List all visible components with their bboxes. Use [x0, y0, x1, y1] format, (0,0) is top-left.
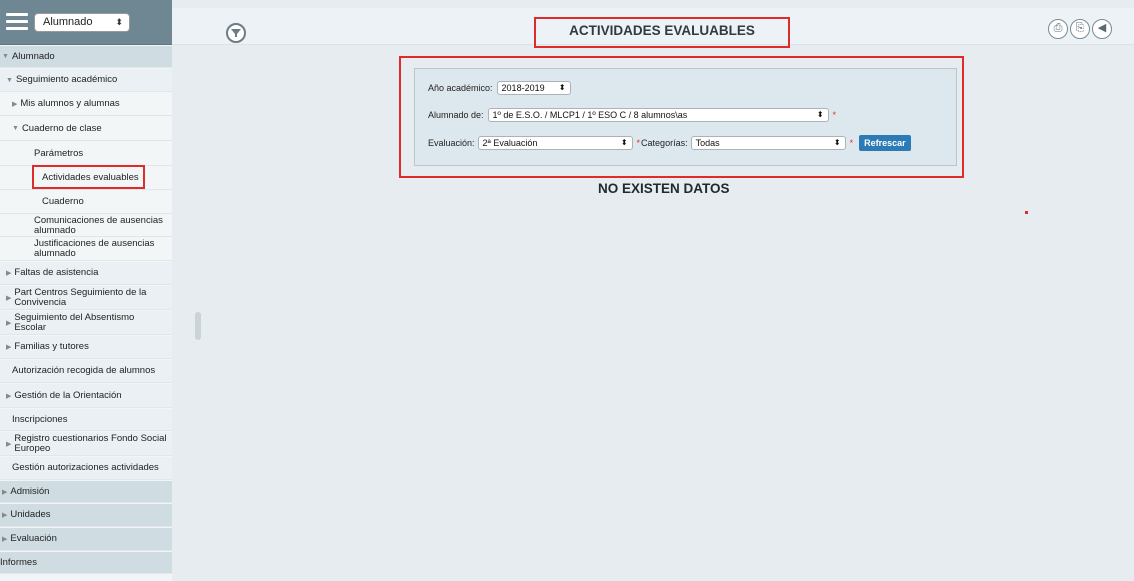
menu-item-label: Gestión de la Orientación	[14, 389, 122, 401]
menu-item-evaluacion[interactable]: ▶ Evaluación	[0, 528, 172, 551]
back-icon[interactable]: ◀	[1092, 19, 1112, 39]
menu-item-label: Alumnado	[11, 50, 55, 62]
menu-item-label: Inscripciones	[12, 413, 68, 425]
sidebar: Alumnado ⬍ ▼ Alumnado ▼ Seguimiento acad…	[0, 0, 172, 581]
menu-item-cuaderno-de-clase[interactable]: ▼ Cuaderno de clase	[0, 117, 172, 141]
menu-item-actividades-evaluables[interactable]: Actividades evaluables	[0, 167, 172, 190]
filter-panel: Año académico: 2018-2019 ⬍ Alumnado de: …	[414, 68, 957, 166]
collapsed-triangle-icon: ▶	[6, 294, 12, 302]
page-title: ACTIVIDADES EVALUABLES	[534, 17, 790, 48]
required-mark: *	[636, 138, 641, 148]
students-row: Alumnado de: 1º de E.S.O. / MLCP1 / 1º E…	[428, 108, 836, 122]
select-arrows-icon: ⬍	[115, 17, 123, 27]
academic-year-label: Año académico:	[428, 83, 493, 93]
expanded-triangle-icon: ▼	[12, 125, 19, 132]
pdf-icon[interactable]: ⎙	[1048, 19, 1068, 39]
collapsed-triangle-icon: ▶	[2, 536, 8, 543]
academic-year-select[interactable]: 2018-2019 ⬍	[496, 81, 571, 95]
menu-item-alumnado[interactable]: ▼ Alumnado	[0, 46, 172, 68]
menu-item-seguimiento-academico[interactable]: ▼ Seguimiento académico	[0, 69, 172, 92]
evaluation-row: Evaluación: 2ª Evaluación ⬍ * Categorías…	[428, 135, 911, 151]
menu-item-label: Comunicaciones de ausencias alumnado	[34, 214, 163, 236]
hamburger-menu-icon[interactable]	[6, 13, 28, 31]
menu-item-seguimiento-absentismo[interactable]: ▶ Seguimiento del Absentismo Escolar	[0, 311, 172, 335]
collapsed-triangle-icon: ▶	[6, 319, 12, 327]
profile-select-value: Alumnado	[43, 16, 93, 28]
menu-item-mis-alumnos[interactable]: ▶ Mis alumnos y alumnas	[0, 93, 172, 116]
menu-item-comunicaciones-ausencias[interactable]: Comunicaciones de ausencias alumnado	[0, 215, 172, 237]
evaluation-select[interactable]: 2ª Evaluación ⬍	[477, 136, 633, 150]
collapsed-triangle-icon: ▶	[2, 488, 8, 496]
menu-item-label: Parámetros	[34, 147, 84, 159]
collapsed-triangle-icon: ▶	[6, 344, 12, 351]
collapsed-triangle-icon: ▶	[6, 270, 12, 277]
sidebar-header: Alumnado ⬍	[0, 0, 172, 45]
evaluation-value: 2ª Evaluación	[482, 138, 538, 148]
expanded-triangle-icon: ▼	[6, 76, 13, 84]
menu-item-autorizacion-recogida[interactable]: Autorización recogida de alumnos	[0, 360, 172, 383]
collapsed-triangle-icon: ▶	[6, 440, 12, 448]
menu-item-label: Cuaderno	[42, 196, 84, 207]
profile-select[interactable]: Alumnado ⬍	[34, 13, 130, 32]
menu-item-familias-tutores[interactable]: ▶ Familias y tutores	[0, 336, 172, 359]
select-arrows-icon: ⬍	[620, 138, 628, 147]
collapsed-triangle-icon: ▶	[2, 512, 8, 519]
menu-item-label: Faltas de asistencia	[14, 267, 99, 278]
collapsed-triangle-icon: ▶	[6, 392, 12, 400]
menu-item-informes[interactable]: Informes	[0, 552, 172, 574]
menu-item-gestion-orientacion[interactable]: ▶ Gestión de la Orientación	[0, 384, 172, 408]
menu-item-label: Autorización recogida de alumnos	[12, 365, 156, 376]
students-select[interactable]: 1º de E.S.O. / MLCP1 / 1º ESO C / 8 alum…	[487, 108, 829, 122]
menu-item-unidades[interactable]: ▶ Unidades	[0, 504, 172, 527]
menu-item-justificaciones-ausencias[interactable]: Justificaciones de ausencias alumnado	[0, 238, 172, 261]
menu-item-label: Informes	[0, 556, 37, 568]
students-value: 1º de E.S.O. / MLCP1 / 1º ESO C / 8 alum…	[492, 110, 688, 120]
academic-year-row: Año académico: 2018-2019 ⬍	[428, 81, 571, 95]
select-arrows-icon: ⬍	[816, 110, 824, 119]
refresh-button[interactable]: Refrescar	[859, 135, 911, 151]
menu-item-label: Cuaderno de clase	[21, 122, 102, 134]
menu-item-label: Familias y tutores	[14, 341, 89, 352]
menu-item-label: Evaluación	[10, 533, 57, 544]
menu-item-parametros[interactable]: Parámetros	[0, 142, 172, 166]
categories-value: Todas	[695, 138, 720, 148]
collapsed-triangle-icon: ▶	[12, 101, 18, 108]
sidebar-collapse-handle[interactable]	[195, 312, 201, 340]
menu-item-label: Unidades	[10, 509, 51, 520]
menu-item-part-centros-convivencia[interactable]: ▶ Part Centros Seguimiento de la Convive…	[0, 286, 172, 310]
menu-item-label: Mis alumnos y alumnas	[20, 98, 120, 109]
menu-item-label: Actividades evaluables	[42, 172, 139, 183]
menu-item-label: Justificaciones de ausencias alumnado	[34, 238, 155, 259]
menu-item-admision[interactable]: ▶ Admisión	[0, 481, 172, 503]
menu-item-label: Gestión autorizaciones actividades	[12, 462, 159, 473]
required-mark: *	[849, 138, 854, 148]
required-mark: *	[832, 110, 837, 120]
red-marker	[1025, 211, 1028, 214]
evaluation-label: Evaluación:	[428, 138, 475, 148]
menu-item-label: Registro cuestionarios Fondo Social Euro…	[14, 432, 167, 454]
filter-icon[interactable]	[226, 23, 246, 43]
menu-item-inscripciones[interactable]: Inscripciones	[0, 409, 172, 431]
menu-item-label: Seguimiento académico	[15, 74, 118, 85]
print-icon[interactable]: ⎘	[1070, 19, 1090, 39]
menu-item-registro-cuestionarios[interactable]: ▶ Registro cuestionarios Fondo Social Eu…	[0, 432, 172, 456]
categories-label: Categorías:	[641, 138, 688, 148]
select-arrows-icon: ⬍	[833, 138, 841, 147]
expanded-triangle-icon: ▼	[2, 53, 9, 60]
select-arrows-icon: ⬍	[558, 83, 566, 92]
menu-item-cuaderno[interactable]: Cuaderno	[0, 191, 172, 214]
menu-item-label: Seguimiento del Absentismo Escolar	[14, 311, 135, 333]
categories-select[interactable]: Todas ⬍	[690, 136, 846, 150]
students-label: Alumnado de:	[428, 110, 484, 120]
menu-item-gestion-autorizaciones[interactable]: Gestión autorizaciones actividades	[0, 457, 172, 480]
academic-year-value: 2018-2019	[501, 83, 545, 93]
empty-state-message: NO EXISTEN DATOS	[598, 181, 730, 196]
menu-item-label: Part Centros Seguimiento de la Convivenc…	[14, 286, 147, 308]
menu-item-faltas-asistencia[interactable]: ▶ Faltas de asistencia	[0, 262, 172, 285]
menu-item-label: Admisión	[10, 485, 50, 497]
